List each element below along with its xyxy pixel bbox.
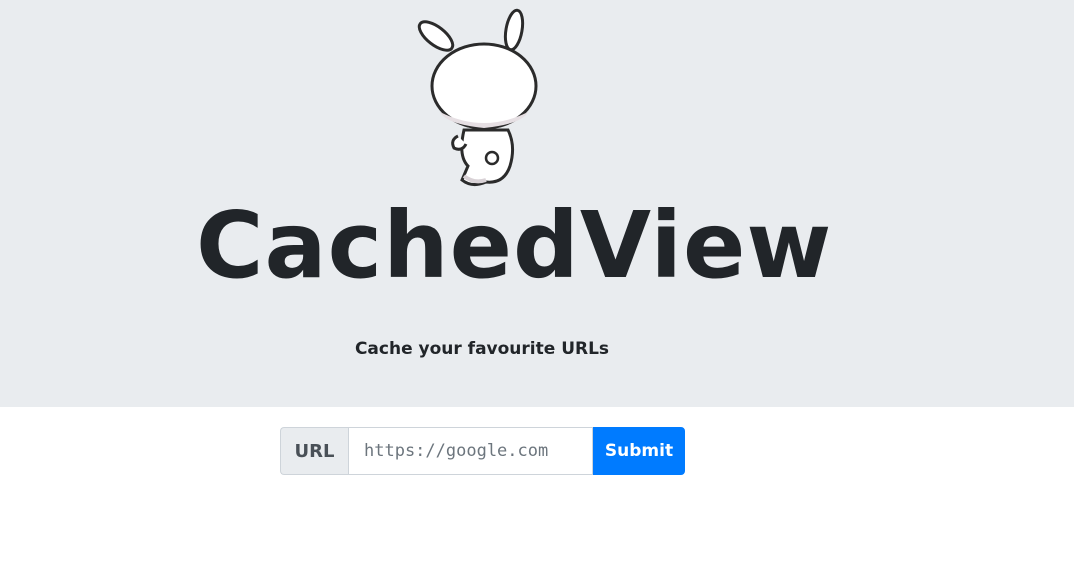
url-prepend-label: URL (280, 427, 348, 475)
url-input[interactable] (348, 427, 593, 475)
submit-button[interactable]: Submit (593, 427, 685, 475)
page-title: CachedView (196, 192, 833, 299)
url-form: URL Submit (280, 427, 685, 475)
hero-section: CachedView Cache your favourite URLs (0, 0, 1074, 407)
page-subtitle: Cache your favourite URLs (354, 339, 610, 359)
bunny-mascot-icon (417, 8, 538, 187)
